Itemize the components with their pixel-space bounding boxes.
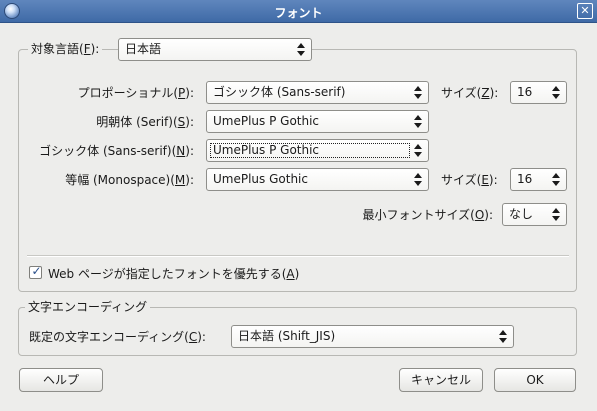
monospace-select[interactable]: UmePlus Gothic bbox=[206, 168, 429, 191]
check-icon: ✓ bbox=[31, 264, 42, 278]
updown-arrows-icon bbox=[412, 169, 424, 190]
close-icon: ✕ bbox=[580, 4, 590, 17]
proportional-size-label: サイズ(Z): bbox=[441, 86, 499, 100]
proportional-label: プロポーショナル(P): bbox=[77, 86, 194, 100]
language-select-value: 日本語 bbox=[125, 42, 162, 56]
language-label: 対象言語(F): bbox=[31, 42, 100, 56]
updown-arrows-icon bbox=[412, 82, 424, 103]
min-font-size-select[interactable]: なし bbox=[502, 203, 567, 226]
serif-label: 明朝体 (Serif)(S): bbox=[96, 115, 194, 129]
proportional-size-value: 16 bbox=[517, 85, 533, 99]
monospace-size-label: サイズ(E): bbox=[441, 173, 498, 187]
updown-arrows-icon bbox=[412, 140, 424, 161]
proportional-size-select[interactable]: 16 bbox=[510, 81, 567, 104]
monospace-size-value: 16 bbox=[517, 172, 533, 186]
monospace-label: 等幅 (Monospace)(M): bbox=[65, 173, 194, 187]
allow-page-fonts-checkbox[interactable]: ✓ bbox=[29, 264, 42, 279]
language-select[interactable]: 日本語 bbox=[118, 38, 312, 61]
encoding-group-title: 文字エンコーディング bbox=[25, 299, 151, 315]
default-encoding-label: 既定の文字エンコーディング(C): bbox=[29, 330, 206, 344]
title-bar[interactable]: フォント ✕ bbox=[0, 0, 597, 23]
sans-serif-label: ゴシック体 (Sans-serif)(N): bbox=[39, 144, 194, 158]
serif-select[interactable]: UmePlus P Gothic bbox=[206, 110, 429, 133]
proportional-select-value: ゴシック体 (Sans-serif) bbox=[213, 85, 346, 99]
fonts-group-separator bbox=[27, 255, 569, 257]
min-font-size-label: 最小フォントサイズ(O): bbox=[362, 208, 493, 222]
focus-ring bbox=[210, 143, 410, 158]
language-legend: 対象言語(F): bbox=[28, 39, 103, 59]
cancel-button[interactable]: キャンセル bbox=[399, 368, 483, 392]
sans-serif-select[interactable]: UmePlus P Gothic bbox=[206, 139, 429, 162]
monospace-size-select[interactable]: 16 bbox=[510, 168, 567, 191]
updown-arrows-icon bbox=[497, 326, 509, 347]
updown-arrows-icon bbox=[550, 169, 562, 190]
updown-arrows-icon bbox=[295, 39, 307, 60]
default-encoding-value: 日本語 (Shift_JIS) bbox=[238, 329, 336, 343]
ok-button[interactable]: OK bbox=[494, 368, 576, 392]
default-encoding-select[interactable]: 日本語 (Shift_JIS) bbox=[231, 325, 514, 348]
updown-arrows-icon bbox=[550, 204, 562, 225]
proportional-select[interactable]: ゴシック体 (Sans-serif) bbox=[206, 81, 429, 104]
min-font-size-value: なし bbox=[509, 207, 534, 221]
window-title: フォント bbox=[274, 6, 323, 20]
updown-arrows-icon bbox=[412, 111, 424, 132]
monospace-select-value: UmePlus Gothic bbox=[213, 172, 308, 186]
serif-select-value: UmePlus P Gothic bbox=[213, 114, 320, 128]
updown-arrows-icon bbox=[550, 82, 562, 103]
allow-page-fonts-label[interactable]: Web ページが指定したフォントを優先する(A) bbox=[48, 265, 299, 282]
help-button[interactable]: ヘルプ bbox=[19, 368, 103, 392]
close-window-button[interactable]: ✕ bbox=[577, 3, 593, 19]
